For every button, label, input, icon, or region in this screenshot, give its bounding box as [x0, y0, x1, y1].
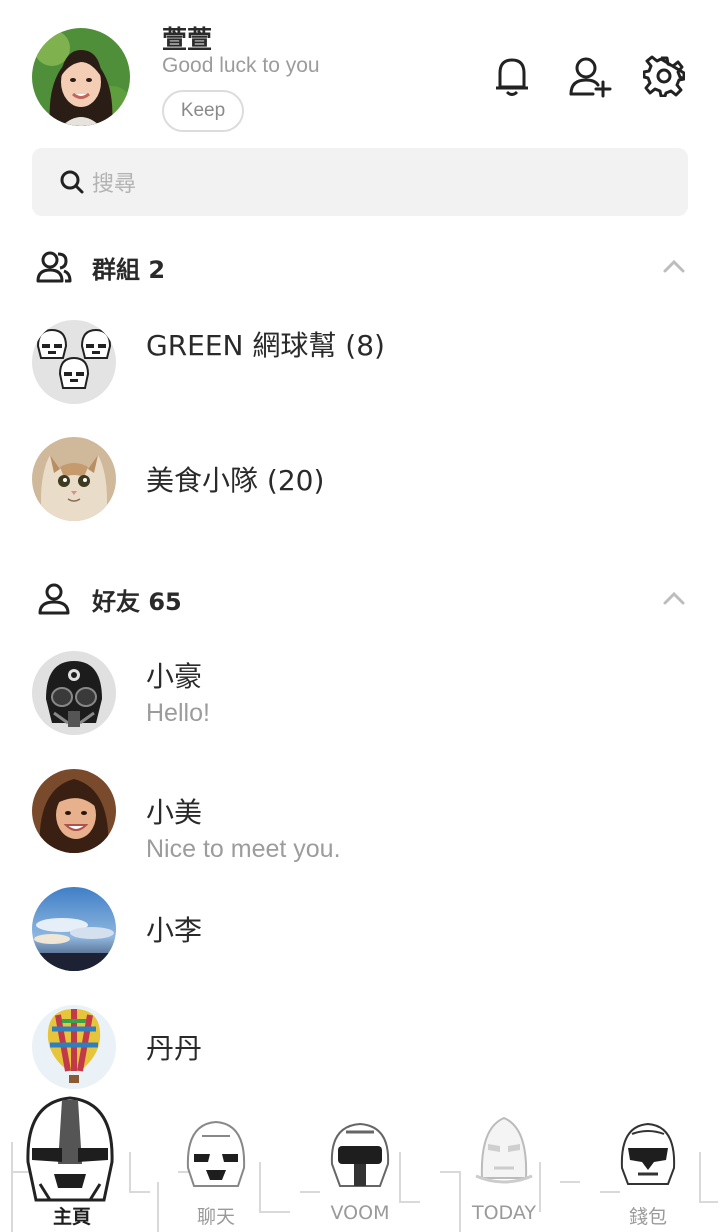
nav-label-wallet: 錢包	[628, 1206, 667, 1228]
friend-name: 小李	[146, 914, 203, 947]
chevron-up-icon[interactable]	[660, 256, 688, 276]
group-avatar-stormtroopers	[32, 320, 116, 404]
gear-icon[interactable]	[640, 52, 688, 100]
nav-today[interactable]: TODAY	[432, 1088, 576, 1232]
nav-voom[interactable]: VOOM	[288, 1088, 432, 1232]
friend-avatar-balloon	[32, 1005, 116, 1089]
nav-label-home: 主頁	[52, 1206, 91, 1228]
add-friend-icon[interactable]	[566, 52, 614, 100]
friend-item[interactable]: 小美 Nice to meet you.	[0, 769, 720, 869]
group-avatar-cat	[32, 437, 116, 521]
friend-avatar-pilot	[32, 651, 116, 735]
nav-home[interactable]: 主頁	[0, 1088, 144, 1232]
bell-icon[interactable]	[488, 52, 536, 100]
profile-name[interactable]: 萱萱	[162, 20, 212, 56]
profile-avatar[interactable]	[32, 28, 130, 126]
profile-status-message[interactable]: Good luck to you	[162, 54, 320, 78]
nav-label-today: TODAY	[472, 1202, 536, 1224]
stormtrooper-helmet-icon	[186, 1120, 246, 1187]
keep-button[interactable]: Keep	[162, 90, 244, 132]
nav-label-chats: 聊天	[196, 1206, 235, 1228]
friend-item[interactable]: 小李	[0, 887, 720, 987]
chevron-up-icon[interactable]	[660, 588, 688, 608]
groups-title: 群組 2	[92, 256, 166, 284]
group-icon	[36, 251, 72, 283]
friend-status: Hello!	[146, 699, 210, 727]
friend-name: 小美	[146, 796, 203, 829]
friend-item[interactable]: 小豪 Hello!	[0, 651, 720, 751]
group-name: 美食小隊 (20)	[146, 464, 325, 497]
friend-name: 丹丹	[146, 1032, 203, 1065]
person-icon	[38, 583, 70, 615]
nav-wallet[interactable]: 錢包	[576, 1088, 720, 1232]
friend-avatar-sky	[32, 887, 116, 971]
search-placeholder: 搜尋	[92, 172, 137, 197]
snowtrooper-helmet-icon	[475, 1116, 533, 1184]
friend-status: Nice to meet you.	[146, 835, 341, 863]
search-input[interactable]: 搜尋	[32, 148, 688, 216]
groups-section-header[interactable]: 群組 2	[0, 236, 720, 296]
friend-avatar-woman	[32, 769, 116, 853]
group-item-green[interactable]: GREEN 網球幫 (8)	[0, 320, 720, 420]
friend-name: 小豪	[146, 660, 203, 693]
friends-section-header[interactable]: 好友 65	[0, 568, 720, 628]
search-icon	[60, 170, 84, 194]
nav-label-voom: VOOM	[330, 1202, 390, 1224]
scout-trooper-helmet-icon	[330, 1122, 390, 1187]
bottom-navigation: 主頁 聊天 VOOM TODAY 錢包	[0, 1088, 720, 1232]
group-name: GREEN 網球幫 (8)	[146, 329, 385, 362]
nav-chats[interactable]: 聊天	[144, 1088, 288, 1232]
first-order-trooper-helmet-icon	[620, 1122, 676, 1185]
friends-title: 好友 65	[92, 588, 182, 616]
clone-trooper-helmet-icon	[26, 1096, 114, 1202]
group-item-food[interactable]: 美食小隊 (20)	[0, 437, 720, 537]
